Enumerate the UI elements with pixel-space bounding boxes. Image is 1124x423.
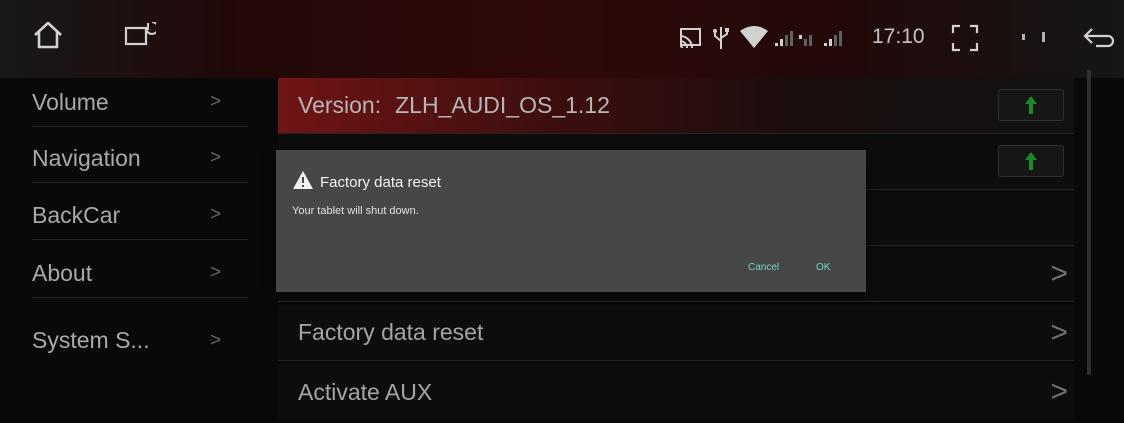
cancel-button[interactable]: Cancel — [748, 262, 779, 273]
dialog-message: Your tablet will shut down. — [292, 205, 419, 217]
dialog-title: Factory data reset — [320, 174, 441, 191]
ok-button[interactable]: OK — [816, 262, 830, 273]
warning-icon — [292, 170, 314, 195]
screen: 17:10 Volume > Navigation > BackCar > Ab… — [0, 0, 1124, 423]
factory-reset-dialog: Factory data reset Your tablet will shut… — [276, 150, 866, 292]
